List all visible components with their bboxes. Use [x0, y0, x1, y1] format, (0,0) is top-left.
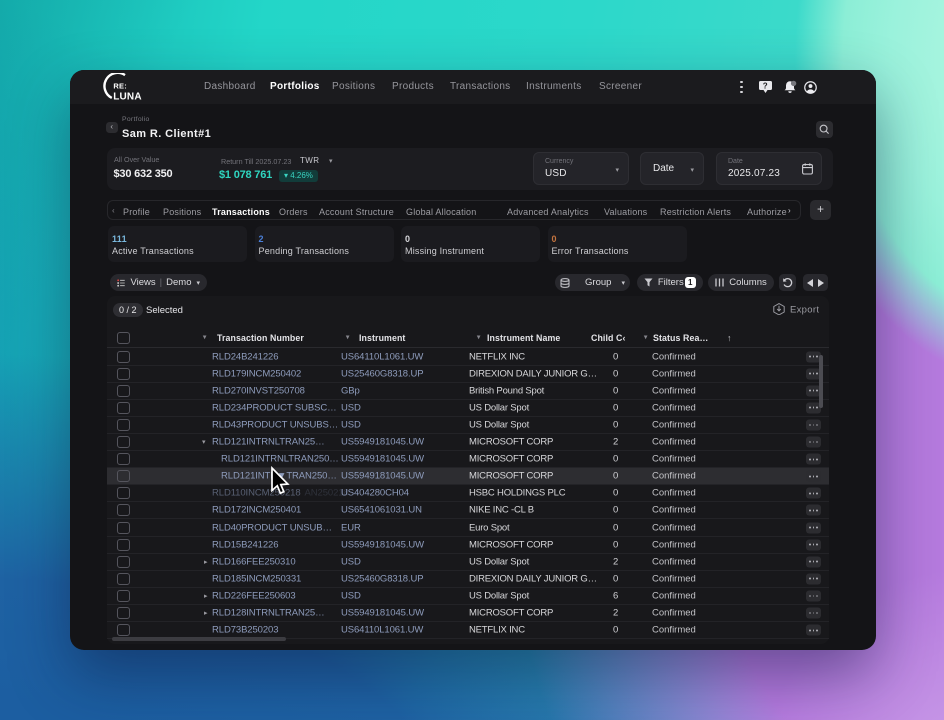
svg-text:RE:: RE:: [113, 81, 127, 90]
svg-text:?: ?: [763, 82, 768, 91]
svg-text:LUNA: LUNA: [113, 91, 142, 102]
